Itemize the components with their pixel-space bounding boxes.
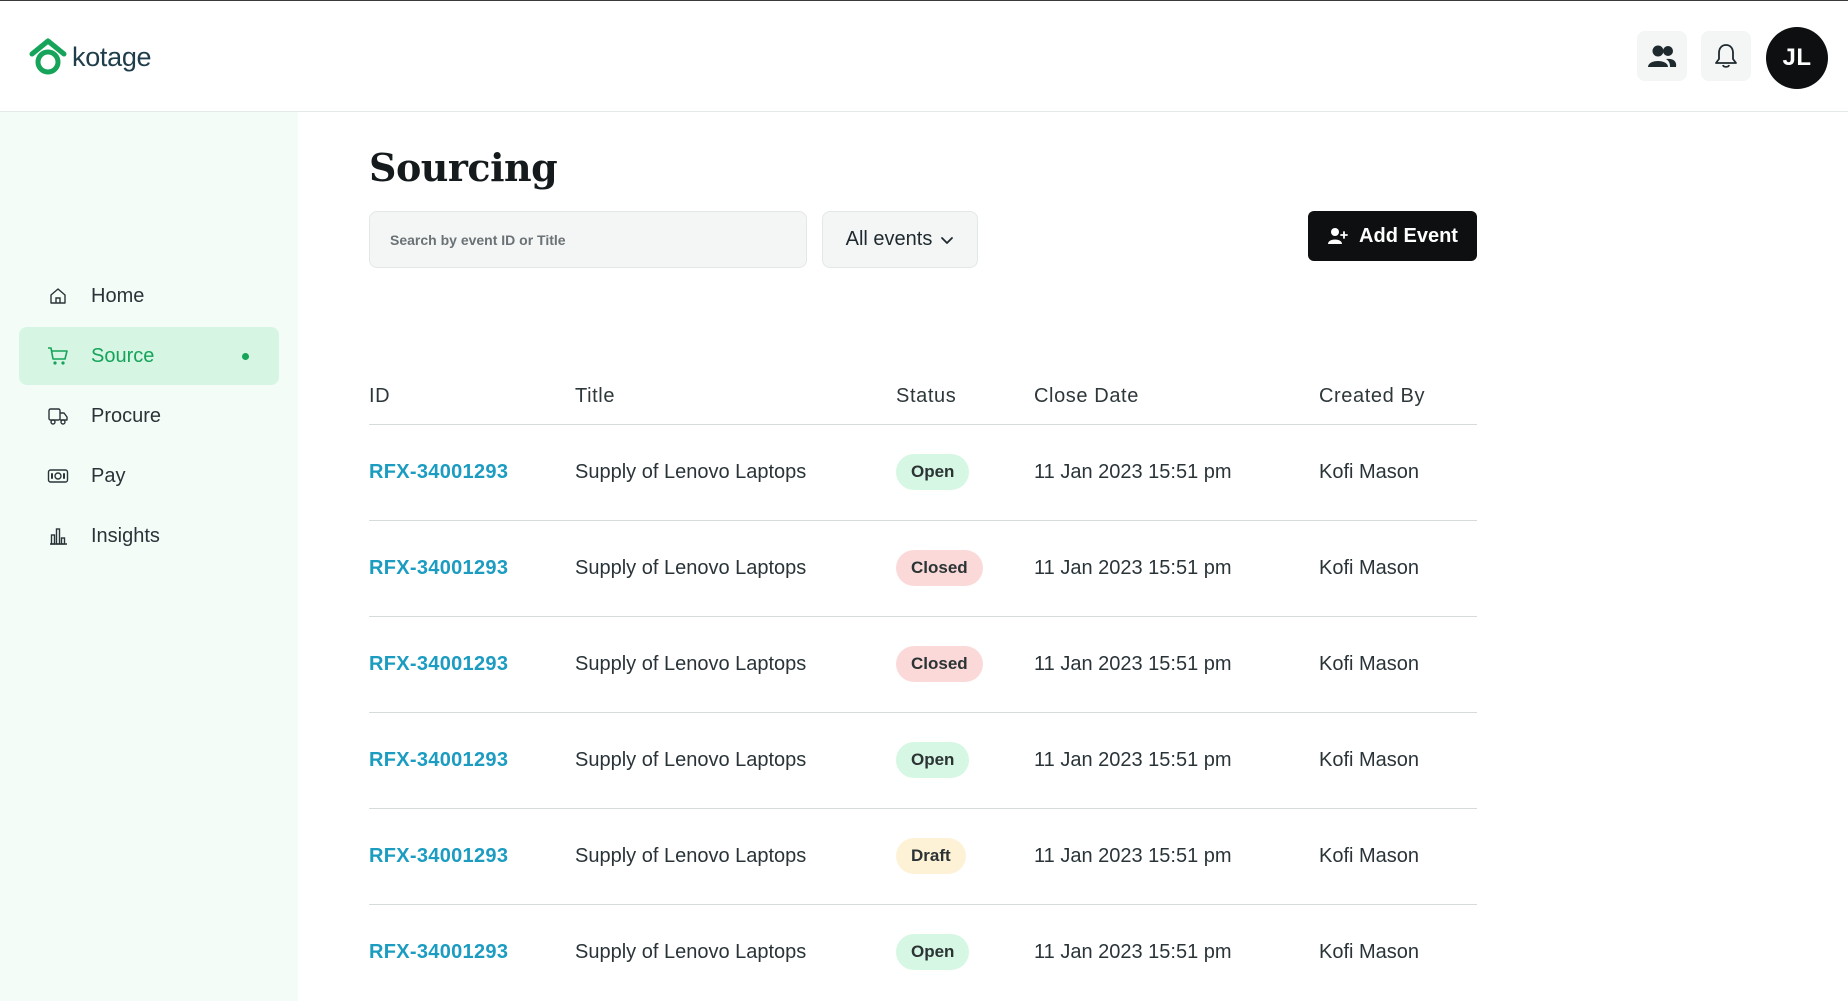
home-icon	[47, 285, 69, 307]
notifications-button[interactable]	[1701, 31, 1751, 81]
status-badge: Closed	[896, 646, 983, 682]
event-title: Supply of Lenovo Laptops	[575, 461, 807, 483]
event-id-link[interactable]: RFX-34001293	[369, 461, 508, 484]
created-by: Kofi Mason	[1319, 461, 1420, 483]
filter-selected-value: All events	[845, 228, 933, 250]
table-row[interactable]: RFX-34001293 Supply of Lenovo Laptops Cl…	[369, 521, 1477, 617]
column-header-title[interactable]: Title	[575, 385, 615, 408]
close-date: 11 Jan 2023 15:51 pm	[1034, 845, 1232, 867]
sidebar-item-label: Pay	[91, 464, 126, 487]
truck-icon	[47, 405, 69, 427]
active-indicator-dot	[242, 353, 249, 360]
sidebar-item-source[interactable]: Source	[19, 327, 279, 385]
top-bar: kotage JL	[0, 1, 1848, 112]
event-id-link[interactable]: RFX-34001293	[369, 845, 508, 868]
sidebar-item-procure[interactable]: Procure	[19, 387, 279, 445]
app-window: kotage JL Home Source Procure Pay Insigh…	[0, 0, 1848, 1001]
column-header-created-by[interactable]: Created By	[1319, 385, 1425, 408]
sidebar-item-label: Insights	[91, 524, 160, 547]
sidebar-item-pay[interactable]: Pay	[19, 447, 279, 505]
table-header: ID Title Status Close Date Created By	[369, 371, 1477, 425]
column-header-id[interactable]: ID	[369, 385, 390, 408]
column-header-status[interactable]: Status	[896, 385, 956, 408]
status-badge: Draft	[896, 838, 966, 874]
created-by: Kofi Mason	[1319, 845, 1420, 867]
event-id-link[interactable]: RFX-34001293	[369, 557, 508, 580]
event-id-link[interactable]: RFX-34001293	[369, 653, 508, 676]
created-by: Kofi Mason	[1319, 653, 1420, 675]
status-badge: Open	[896, 934, 970, 970]
sidebar: Home Source Procure Pay Insights	[0, 112, 298, 1001]
money-icon	[47, 465, 69, 487]
event-title: Supply of Lenovo Laptops	[575, 845, 807, 867]
events-table: ID Title Status Close Date Created By RF…	[369, 371, 1477, 1001]
status-badge: Open	[896, 454, 970, 490]
bar-chart-icon	[47, 525, 69, 547]
event-filter-dropdown[interactable]: All events	[822, 211, 978, 268]
table-row[interactable]: RFX-34001293 Supply of Lenovo Laptops Cl…	[369, 617, 1477, 713]
sidebar-item-home[interactable]: Home	[19, 267, 279, 325]
sidebar-item-label: Procure	[91, 404, 162, 427]
chevron-down-icon	[941, 236, 954, 244]
close-date: 11 Jan 2023 15:51 pm	[1034, 461, 1232, 483]
user-avatar[interactable]: JL	[1766, 27, 1828, 89]
close-date: 11 Jan 2023 15:51 pm	[1034, 557, 1232, 579]
cart-icon	[47, 345, 69, 367]
event-title: Supply of Lenovo Laptops	[575, 749, 807, 771]
people-icon	[1648, 45, 1677, 67]
kotage-logo[interactable]: kotage	[28, 37, 152, 77]
event-id-link[interactable]: RFX-34001293	[369, 941, 508, 964]
sidebar-item-label: Source	[91, 344, 155, 367]
table-row[interactable]: RFX-34001293 Supply of Lenovo Laptops Op…	[369, 713, 1477, 809]
add-event-label: Add Event	[1359, 224, 1458, 247]
sidebar-item-label: Home	[91, 284, 145, 307]
team-button[interactable]	[1637, 31, 1687, 81]
event-title: Supply of Lenovo Laptops	[575, 941, 807, 963]
sidebar-item-insights[interactable]: Insights	[19, 507, 279, 565]
column-header-close-date[interactable]: Close Date	[1034, 385, 1139, 408]
close-date: 11 Jan 2023 15:51 pm	[1034, 941, 1232, 963]
bell-icon	[1715, 44, 1737, 68]
status-badge: Closed	[896, 550, 983, 586]
close-date: 11 Jan 2023 15:51 pm	[1034, 653, 1232, 675]
search-input[interactable]	[369, 211, 807, 268]
created-by: Kofi Mason	[1319, 749, 1420, 771]
event-id-link[interactable]: RFX-34001293	[369, 749, 508, 772]
logo-house-icon	[29, 38, 67, 75]
close-date: 11 Jan 2023 15:51 pm	[1034, 749, 1232, 771]
add-event-button[interactable]: Add Event	[1308, 211, 1477, 261]
event-title: Supply of Lenovo Laptops	[575, 557, 807, 579]
event-title: Supply of Lenovo Laptops	[575, 653, 807, 675]
table-row[interactable]: RFX-34001293 Supply of Lenovo Laptops Op…	[369, 905, 1477, 1001]
table-row[interactable]: RFX-34001293 Supply of Lenovo Laptops Dr…	[369, 809, 1477, 905]
brand-name: kotage	[72, 41, 152, 72]
page-title: Sourcing	[369, 145, 558, 190]
created-by: Kofi Mason	[1319, 941, 1420, 963]
table-row[interactable]: RFX-34001293 Supply of Lenovo Laptops Op…	[369, 425, 1477, 521]
add-user-icon	[1328, 228, 1348, 244]
status-badge: Open	[896, 742, 970, 778]
created-by: Kofi Mason	[1319, 557, 1420, 579]
